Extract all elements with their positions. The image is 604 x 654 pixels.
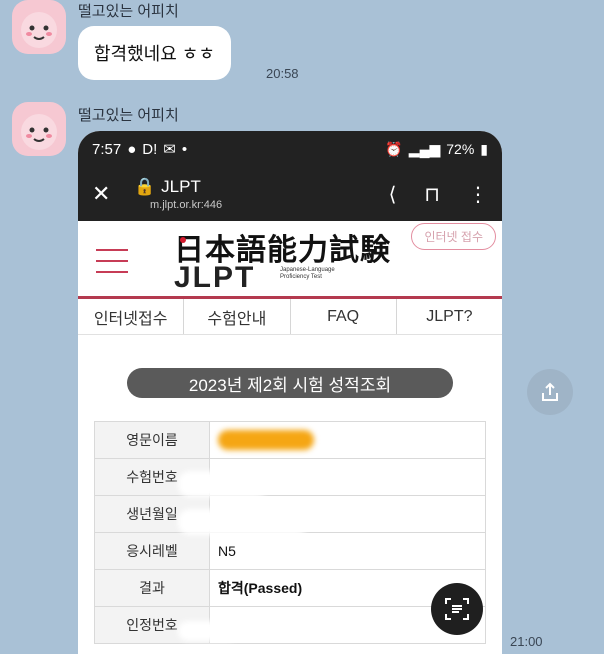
- table-row: 인정번호: [94, 606, 486, 644]
- share-icon[interactable]: ⟨: [389, 182, 397, 207]
- dot-icon: •: [181, 140, 188, 158]
- browser-bar: ✕ 🔒 JLPT m.jlpt.or.kr:446 ⟨ ⊓ ⋮: [78, 167, 502, 221]
- battery-level: 72%: [446, 141, 475, 157]
- sender-name: 떨고있는 어피치: [78, 3, 179, 20]
- row-label: 영문이름: [94, 421, 210, 459]
- close-icon[interactable]: ✕: [92, 181, 120, 207]
- row-value: [209, 421, 486, 459]
- site-header: 日本語能力試験 JLPT Japanese-Language Proficien…: [78, 221, 502, 299]
- redaction: [218, 430, 314, 450]
- more-icon[interactable]: ⋮: [468, 182, 488, 207]
- table-row: 결과 합격(Passed): [94, 569, 486, 607]
- scan-icon: [445, 598, 469, 620]
- nav-item-jlpt[interactable]: JLPT?: [397, 299, 502, 334]
- lock-icon: 🔒: [134, 177, 156, 196]
- menu-icon[interactable]: [96, 249, 128, 282]
- redaction: [178, 509, 308, 535]
- message-bubble[interactable]: 합격했네요 ㅎㅎ: [78, 26, 231, 80]
- sender-name: 떨고있는 어피치: [78, 107, 179, 124]
- page-title: JLPT: [161, 177, 201, 196]
- row-label: 결과: [94, 569, 210, 607]
- battery-icon: ▮: [480, 140, 488, 157]
- alarm-icon: ⏰: [385, 140, 403, 157]
- chat-icon: ●: [127, 140, 137, 158]
- bookmark-icon[interactable]: ⊓: [424, 182, 440, 207]
- message-time: 20:58: [266, 66, 299, 81]
- redaction: [178, 471, 268, 497]
- avatar[interactable]: [12, 0, 66, 54]
- signal-icon: ▂▄▆: [408, 140, 441, 157]
- message-time: 21:00: [510, 634, 543, 649]
- table-row: 수험번호: [94, 458, 486, 496]
- share-button[interactable]: [527, 369, 573, 415]
- site-nav: 인터넷접수 수험안내 FAQ JLPT?: [78, 299, 502, 335]
- url-host: m.jlpt.or.kr:446: [150, 199, 223, 211]
- row-value: N5: [209, 532, 486, 570]
- scan-text-button[interactable]: [431, 583, 483, 635]
- internet-apply-button[interactable]: 인터넷 접수: [411, 223, 496, 250]
- status-bar: 7:57 ● D! ✉ • ⏰ ▂▄▆ 72% ▮: [78, 131, 502, 167]
- status-indicators: D!: [142, 140, 158, 158]
- logo-dot: [180, 237, 186, 243]
- address[interactable]: 🔒 JLPT m.jlpt.or.kr:446: [134, 177, 222, 211]
- nav-item-guide[interactable]: 수험안내: [184, 299, 291, 334]
- table-row: 영문이름: [94, 421, 486, 459]
- status-time: 7:57: [92, 140, 122, 158]
- logo-jlpt: JLPT: [174, 261, 256, 294]
- upload-icon: [542, 382, 558, 401]
- redaction: [178, 621, 238, 641]
- nav-item-apply[interactable]: 인터넷접수: [78, 299, 185, 334]
- result-title: 2023년 제2회 시험 성적조회: [127, 368, 453, 398]
- table-row: 응시레벨 N5: [94, 532, 486, 570]
- logo-subtitle: Japanese-Language Proficiency Test: [280, 267, 335, 280]
- image-message[interactable]: 7:57 ● D! ✉ • ⏰ ▂▄▆ 72% ▮ ✕ 🔒 JLPT m.jlp…: [78, 131, 502, 654]
- mail-icon: ✉: [163, 141, 176, 158]
- avatar[interactable]: [12, 102, 66, 156]
- row-label: 응시레벨: [94, 532, 210, 570]
- nav-item-faq[interactable]: FAQ: [291, 299, 397, 334]
